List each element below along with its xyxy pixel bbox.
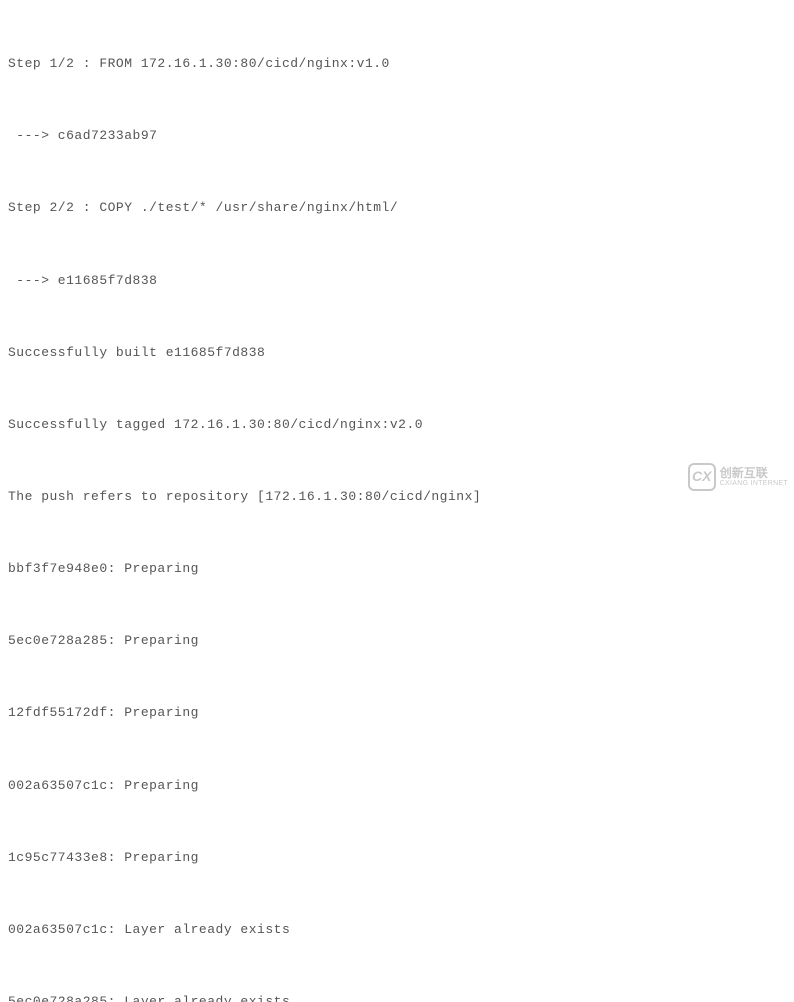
build-output-line: ---> e11685f7d838 xyxy=(8,269,786,293)
watermark-cn-text: 创新互联 xyxy=(720,467,788,480)
layer-preparing-line: bbf3f7e948e0: Preparing xyxy=(8,557,786,581)
watermark-logo-text: CX xyxy=(692,464,711,490)
layer-exists-line: 5ec0e728a285: Layer already exists xyxy=(8,990,786,1002)
watermark: CX 创新互联 CXIANG INTERNET xyxy=(688,461,788,493)
build-output-line: ---> c6ad7233ab97 xyxy=(8,124,786,148)
build-tagged-line: Successfully tagged 172.16.1.30:80/cicd/… xyxy=(8,413,786,437)
layer-preparing-line: 1c95c77433e8: Preparing xyxy=(8,846,786,870)
watermark-en-text: CXIANG INTERNET xyxy=(720,480,788,488)
build-step-line: Step 1/2 : FROM 172.16.1.30:80/cicd/ngin… xyxy=(8,52,786,76)
layer-preparing-line: 12fdf55172df: Preparing xyxy=(8,701,786,725)
layer-preparing-line: 002a63507c1c: Preparing xyxy=(8,774,786,798)
watermark-logo-icon: CX xyxy=(688,463,716,491)
build-success-line: Successfully built e11685f7d838 xyxy=(8,341,786,365)
layer-exists-line: 002a63507c1c: Layer already exists xyxy=(8,918,786,942)
terminal-output: Step 1/2 : FROM 172.16.1.30:80/cicd/ngin… xyxy=(8,4,786,1002)
push-repo-line: The push refers to repository [172.16.1.… xyxy=(8,485,786,509)
build-step-line: Step 2/2 : COPY ./test/* /usr/share/ngin… xyxy=(8,196,786,220)
watermark-text: 创新互联 CXIANG INTERNET xyxy=(720,467,788,488)
layer-preparing-line: 5ec0e728a285: Preparing xyxy=(8,629,786,653)
